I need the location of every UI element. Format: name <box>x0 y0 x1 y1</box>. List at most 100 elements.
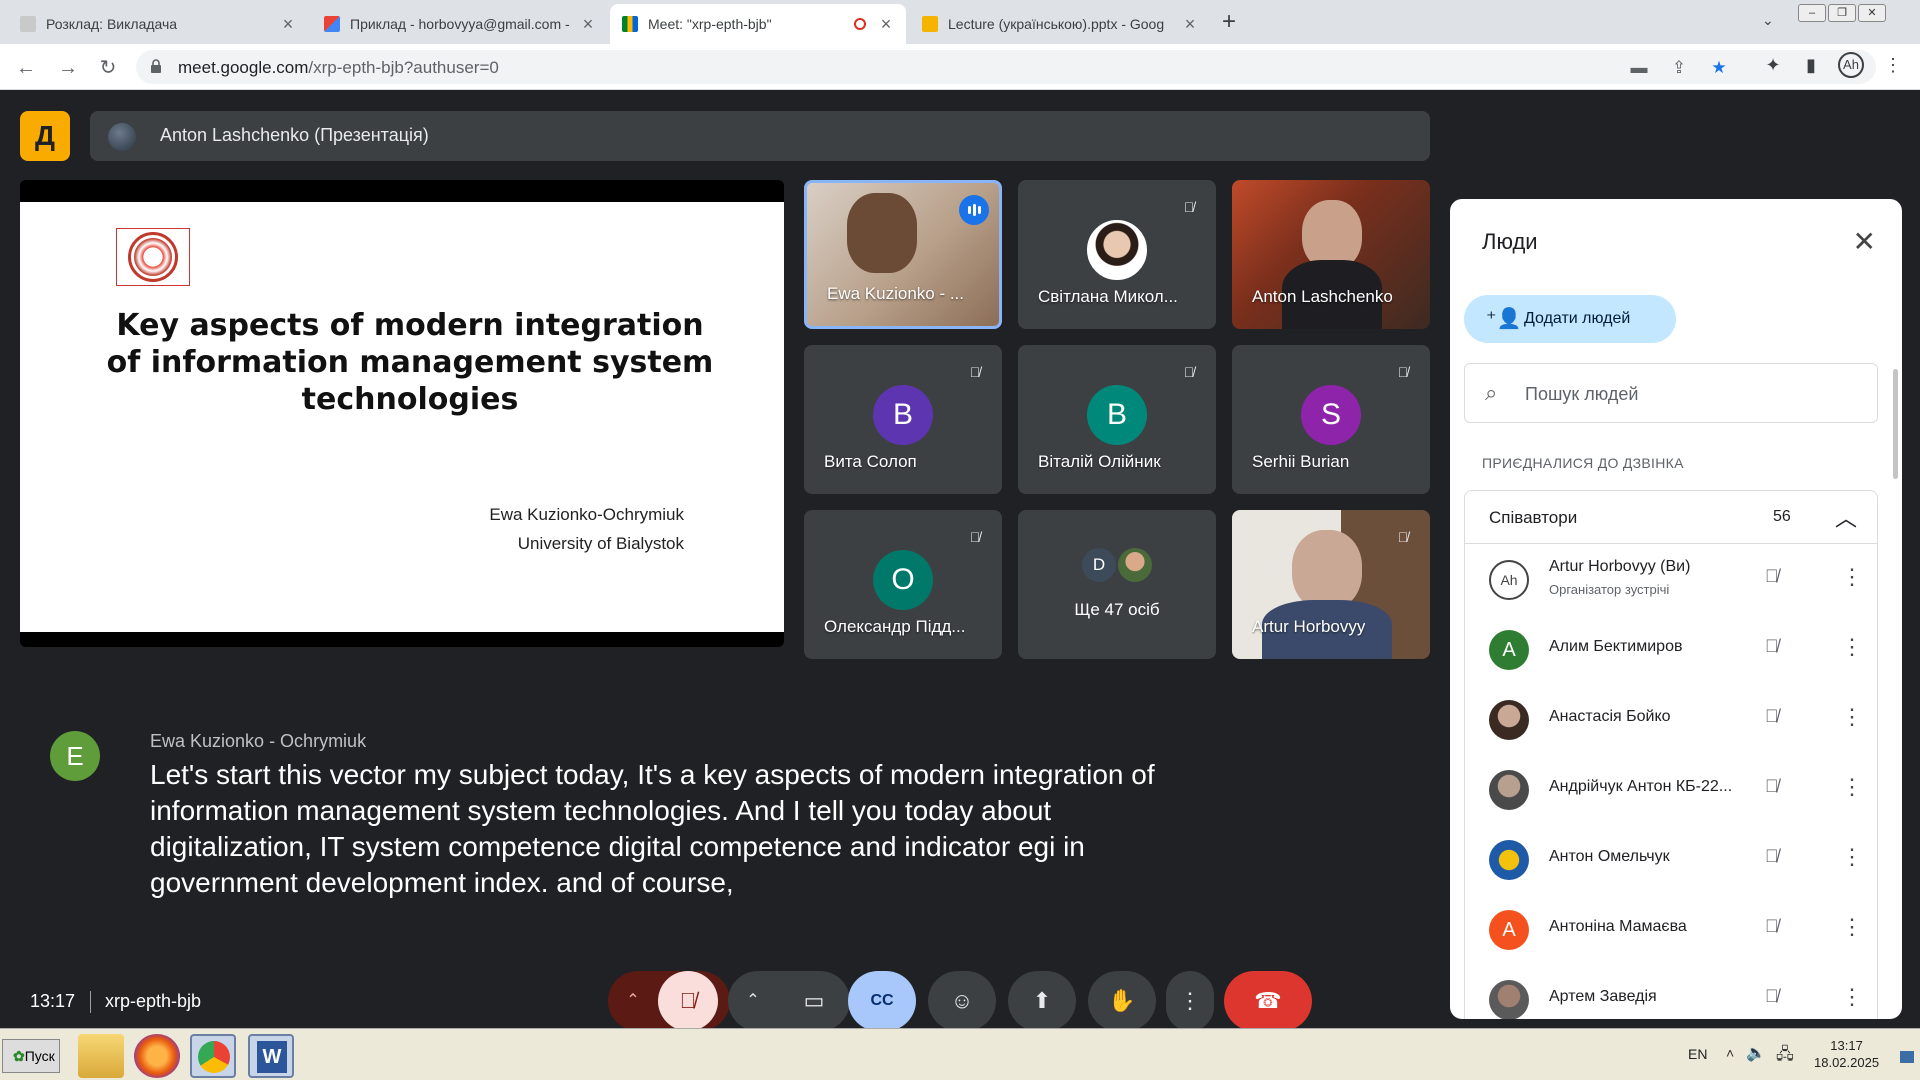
close-icon[interactable]: × <box>280 14 296 35</box>
mic-off-icon: 🎙̸ <box>1765 916 1779 936</box>
more-options-button[interactable]: ⋮ <box>1166 971 1214 1031</box>
new-tab-button[interactable]: + <box>1222 8 1236 36</box>
maximize-button[interactable]: ❐ <box>1828 4 1856 22</box>
more-vert-icon[interactable]: ⋮ <box>1841 564 1863 590</box>
joined-section-label: ПРИЄДНАЛИСЯ ДО ДЗВІНКА <box>1482 455 1684 471</box>
more-vert-icon[interactable]: ⋮ <box>1841 844 1863 870</box>
participant-name: Алим Бектимиров <box>1549 638 1683 655</box>
mic-off-button[interactable]: 🎙̸ <box>658 971 718 1031</box>
camera-button[interactable]: ▭ <box>784 971 844 1031</box>
add-people-button[interactable]: ⁺👤 Додати людей <box>1464 295 1676 343</box>
extensions-icon[interactable]: ✦ <box>1760 52 1786 78</box>
start-button[interactable]: ✿Пуск <box>2 1039 60 1073</box>
minimize-button[interactable]: – <box>1798 4 1826 22</box>
meeting-controls-bar: 13:17 xrp-epth-bjb ⌃ 🎙̸ ⌃ ▭ CC ☺ ⬆ ✋ ⋮ ☎ <box>0 931 1440 1031</box>
slide-affiliation: University of Bialystok <box>517 534 684 553</box>
page-icon <box>20 16 36 32</box>
back-button[interactable]: ← <box>12 54 40 82</box>
activities-logo-icon[interactable]: Д <box>20 111 70 161</box>
window-controls: – ❐ ✕ <box>1798 4 1886 22</box>
close-icon[interactable]: × <box>1182 14 1198 35</box>
cohosts-group-header[interactable]: Співавтори 56 ︿ <box>1464 490 1878 544</box>
browser-tab-meet[interactable]: Meet: "xrp-epth-bjb" × <box>610 4 906 44</box>
close-window-button[interactable]: ✕ <box>1858 4 1886 22</box>
camera-icon[interactable]: ▬ <box>1628 57 1650 79</box>
list-item[interactable]: Андрійчук Антон КБ-22... 🎙̸ ⋮ <box>1465 754 1879 824</box>
list-item[interactable]: Анастасія Бойко 🎙̸ ⋮ <box>1465 684 1879 754</box>
show-desktop-icon[interactable] <box>1900 1051 1914 1063</box>
reload-button[interactable]: ↻ <box>94 54 122 82</box>
chrome-taskbar-button[interactable] <box>190 1034 236 1078</box>
more-vert-icon[interactable]: ⋮ <box>1841 914 1863 940</box>
url-host: meet.google.com <box>178 58 309 77</box>
list-item[interactable]: А Антоніна Мамаєва 🎙̸ ⋮ <box>1465 894 1879 964</box>
mic-off-icon: 🎙̸ <box>1765 566 1779 586</box>
tab-search-icon[interactable]: ⌄ <box>1762 12 1774 29</box>
more-vert-icon[interactable]: ⋮ <box>1841 634 1863 660</box>
reactions-button[interactable]: ☺ <box>928 971 996 1031</box>
participant-tile[interactable]: 🎙̸ S Serhii Burian <box>1232 345 1430 494</box>
more-vert-icon[interactable]: ⋮ <box>1841 704 1863 730</box>
camera-options-chevron-icon[interactable]: ⌃ <box>728 971 778 1031</box>
gmail-icon <box>324 16 340 32</box>
tray-expand-icon[interactable]: ˄ <box>1726 1045 1734 1061</box>
word-taskbar-button[interactable]: W <box>248 1034 294 1078</box>
browser-tab-schedule[interactable]: Розклад: Викладача × <box>8 4 308 44</box>
people-panel-title: Люди <box>1482 229 1538 254</box>
participant-name: Анастасія Бойко <box>1549 708 1671 725</box>
participant-tile[interactable]: 🎙̸ О Олександр Підд... <box>804 510 1002 659</box>
list-item[interactable]: Артем Заведія 🎙̸ ⋮ <box>1465 964 1879 1019</box>
participant-tile[interactable]: 🎙̸ Світлана Микол... <box>1018 180 1216 329</box>
side-panel-icon[interactable]: ▮ <box>1798 52 1824 78</box>
participant-tile[interactable]: 🎙̸ В Вита Солоп <box>804 345 1002 494</box>
participant-tile[interactable]: 🎙̸ Artur Horbovyy <box>1232 510 1430 659</box>
chevron-up-icon[interactable]: ︿ <box>1835 501 1857 533</box>
participant-tile[interactable]: 🎙̸ В Віталій Олійник <box>1018 345 1216 494</box>
clock[interactable]: 13:17 18.02.2025 <box>1814 1037 1879 1071</box>
firefox-icon[interactable] <box>134 1034 180 1078</box>
caption-speaker: Ewa Kuzionko - Ochrymiuk <box>150 731 367 751</box>
menu-icon[interactable]: ⋮ <box>1880 52 1906 78</box>
forward-button[interactable]: → <box>54 54 82 82</box>
word-icon: W <box>257 1041 287 1073</box>
mic-off-icon: 🎙̸ <box>1765 636 1779 656</box>
participant-tile[interactable]: Anton Lashchenko <box>1232 180 1430 329</box>
present-button[interactable]: ⬆ <box>1008 971 1076 1031</box>
slide-title: Key aspects of modern integration of inf… <box>106 308 714 417</box>
volume-icon[interactable]: 🔈 <box>1746 1043 1766 1063</box>
list-item[interactable]: Ah Artur Horbovyy (Ви) Організатор зустр… <box>1465 544 1879 614</box>
chrome-icon <box>198 1041 230 1073</box>
close-panel-icon[interactable]: ✕ <box>1853 225 1876 258</box>
more-participants-tile[interactable]: D Ще 47 осіб <box>1018 510 1216 659</box>
video-feed <box>847 193 917 273</box>
leave-call-button[interactable]: ☎ <box>1224 971 1312 1031</box>
language-indicator[interactable]: EN <box>1688 1046 1707 1062</box>
search-people-input[interactable]: ⌕ Пошук людей <box>1464 363 1878 423</box>
raise-hand-button[interactable]: ✋ <box>1088 971 1156 1031</box>
address-bar: ← → ↻ meet.google.com/xrp-epth-bjb?authu… <box>0 44 1920 90</box>
captions-button[interactable]: CC <box>848 971 916 1031</box>
bookmark-star-icon[interactable]: ★ <box>1708 57 1730 79</box>
participant-tile[interactable]: Ewa Kuzionko - ... <box>804 180 1002 329</box>
browser-tab-slides[interactable]: Lecture (українською).pptx - Goog × <box>910 4 1210 44</box>
list-item[interactable]: Антон Омельчук 🎙̸ ⋮ <box>1465 824 1879 894</box>
panel-scrollbar[interactable] <box>1893 369 1898 479</box>
university-seal-logo <box>116 228 190 286</box>
mic-off-icon: 🎙̸ <box>1765 986 1779 1006</box>
close-icon[interactable]: × <box>580 14 596 35</box>
participants-list: Ah Artur Horbovyy (Ви) Організатор зустр… <box>1464 544 1878 1019</box>
more-vert-icon[interactable]: ⋮ <box>1841 774 1863 800</box>
file-explorer-icon[interactable] <box>78 1034 124 1078</box>
mic-options-chevron-icon[interactable]: ⌃ <box>608 971 658 1031</box>
more-vert-icon[interactable]: ⋮ <box>1841 984 1863 1010</box>
list-item[interactable]: А Алим Бектимиров 🎙̸ ⋮ <box>1465 614 1879 684</box>
network-icon[interactable]: 🖧 <box>1776 1043 1794 1070</box>
profile-icon[interactable]: Ah <box>1838 52 1864 78</box>
browser-tab-gmail[interactable]: Приклад - horbovyya@gmail.com - G × <box>312 4 608 44</box>
close-icon[interactable]: × <box>878 14 894 35</box>
share-icon[interactable]: ⇪ <box>1668 57 1690 79</box>
url-field[interactable]: meet.google.com/xrp-epth-bjb?authuser=0 … <box>136 50 1876 84</box>
presentation-slide: Key aspects of modern integration of inf… <box>20 180 784 647</box>
windows-logo-icon: ✿ <box>13 1048 25 1064</box>
participant-name: Serhii Burian <box>1252 452 1350 471</box>
